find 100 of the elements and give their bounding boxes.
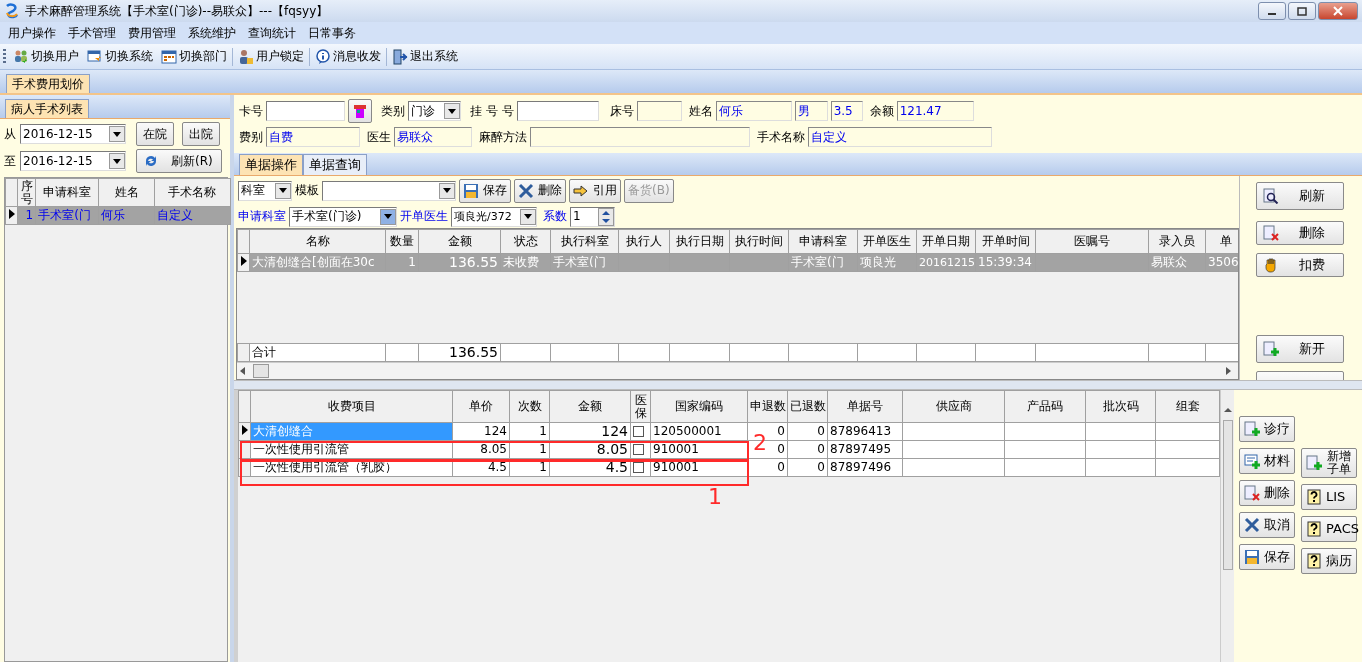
column-header[interactable]: 国家编码: [650, 390, 748, 423]
column-header[interactable]: 已退数: [787, 390, 828, 423]
input-field[interactable]: 3.5: [830, 101, 863, 121]
field-label: 开单医生: [400, 209, 448, 224]
table-cell: 124: [452, 422, 510, 441]
menu-item[interactable]: 费用管理: [122, 25, 182, 41]
column-header[interactable]: 名称: [249, 229, 386, 254]
column-header[interactable]: 姓名: [98, 178, 155, 207]
date-field[interactable]: 2016-12-15: [20, 124, 126, 144]
tab[interactable]: 单据操作: [239, 154, 303, 175]
column-header[interactable]: 批次码: [1085, 390, 1156, 423]
input-field[interactable]: 何乐: [715, 101, 792, 121]
toolbar-button[interactable]: 切换系统: [85, 47, 155, 66]
menu-item[interactable]: 查询统计: [242, 25, 302, 41]
column-header[interactable]: 数量: [385, 229, 419, 254]
dropdown-field[interactable]: 门诊: [408, 101, 461, 121]
table-cell: 1: [509, 422, 550, 441]
side-button[interactable]: 病历: [1301, 548, 1357, 574]
toolbar-button[interactable]: 用户锁定: [236, 47, 306, 66]
input-field[interactable]: 121.47: [896, 101, 974, 121]
total-amount: 136.55: [418, 343, 501, 362]
table-cell: 124: [549, 422, 631, 441]
dropdown-field[interactable]: 项良光/372: [451, 206, 537, 227]
toolbar-button[interactable]: 切换用户: [11, 47, 81, 66]
column-header[interactable]: 开单时间: [975, 229, 1036, 254]
table-row[interactable]: 1 手术室(门 何乐 自定义: [5, 206, 231, 225]
column-header[interactable]: 收费项目: [250, 390, 453, 423]
date-field[interactable]: 2016-12-15: [20, 151, 126, 171]
toolbar-button[interactable]: 退出系统: [390, 47, 460, 66]
column-header[interactable]: 状态: [500, 229, 551, 254]
column-header[interactable]: 手术名称: [154, 178, 231, 207]
menu-item[interactable]: 日常事务: [302, 25, 362, 41]
column-header[interactable]: 医嘱号: [1035, 229, 1149, 254]
input-field[interactable]: 男: [794, 101, 828, 121]
table-cell: 87897496: [827, 458, 903, 477]
menu-item[interactable]: 手术管理: [62, 25, 122, 41]
refresh-button[interactable]: 刷新(R): [136, 149, 222, 173]
column-header[interactable]: 申请科室: [788, 229, 858, 254]
side-button[interactable]: 刷新: [1255, 182, 1344, 210]
column-header[interactable]: 金额: [418, 229, 501, 254]
side-button[interactable]: 删除: [1239, 480, 1295, 506]
side-button[interactable]: 保存: [1239, 544, 1295, 570]
column-header[interactable]: 医保: [630, 390, 651, 423]
side-button[interactable]: 删除: [1255, 221, 1344, 245]
dropdown-field[interactable]: 手术室(门诊): [289, 206, 397, 227]
dropdown-field[interactable]: 科室: [238, 180, 292, 201]
side-button[interactable]: 新增子单: [1301, 448, 1357, 478]
column-header[interactable]: 开单日期: [916, 229, 976, 254]
column-header[interactable]: 录入员: [1148, 229, 1206, 254]
toolbar-button[interactable]: 引用: [569, 178, 621, 203]
side-button[interactable]: 材料: [1239, 448, 1295, 474]
spin-field[interactable]: 1: [570, 206, 615, 227]
column-header[interactable]: 单: [1205, 229, 1238, 254]
column-header[interactable]: 执行人: [618, 229, 670, 254]
column-header[interactable]: 产品码: [1004, 390, 1086, 423]
toolbar-button[interactable]: 保存: [459, 178, 511, 203]
table-cell: 120500001: [650, 422, 748, 441]
side-button[interactable]: 新开: [1255, 335, 1344, 363]
table-cell: 8.05: [452, 440, 510, 459]
field-label: 系数: [543, 209, 567, 224]
date-label: 从: [4, 126, 16, 142]
field-label: 手术名称: [757, 129, 805, 145]
menu-item[interactable]: 系统维护: [182, 25, 242, 41]
input-field[interactable]: 自费: [266, 127, 360, 147]
input-field[interactable]: 自定义: [808, 127, 992, 147]
field-label: 挂 号 号: [470, 103, 514, 119]
total-label: 合计: [249, 343, 386, 362]
menu-item[interactable]: 用户操作: [2, 25, 62, 41]
column-header[interactable]: 执行时间: [729, 229, 789, 254]
toolbar-button[interactable]: 切换部门: [159, 47, 229, 66]
column-header[interactable]: 供应商: [902, 390, 1005, 423]
toolbar-button[interactable]: 删除: [514, 178, 566, 203]
field-label: 费别: [239, 129, 263, 145]
side-button[interactable]: LIS: [1301, 484, 1357, 510]
discharged-button[interactable]: 出院: [182, 122, 220, 146]
column-header[interactable]: 申退数: [747, 390, 788, 423]
window-title: 手术麻醉管理系统【手术室(门诊)--易联众】---【fqsyy】: [25, 3, 329, 19]
side-button[interactable]: 扣费: [1255, 253, 1344, 277]
column-header[interactable]: 执行日期: [669, 229, 730, 254]
annotation-number: 1: [708, 486, 722, 508]
toolbar-button: 备货(B): [624, 178, 674, 203]
toolbar-button[interactable]: 消息收发: [313, 47, 383, 66]
field-label: 麻醉方法: [479, 129, 527, 145]
in-hospital-button[interactable]: 在院: [136, 122, 174, 146]
column-header[interactable]: 单价: [452, 390, 510, 423]
input-field[interactable]: 易联众: [394, 127, 472, 147]
side-button[interactable]: 诊疗: [1239, 416, 1295, 442]
tab[interactable]: 单据查询: [303, 154, 367, 175]
panel-tab[interactable]: 病人手术列表: [5, 98, 89, 118]
side-button[interactable]: 取消: [1239, 512, 1295, 538]
column-header[interactable]: 执行科室: [550, 229, 619, 254]
column-header[interactable]: 开单医生: [857, 229, 917, 254]
tab[interactable]: 手术费用划价: [6, 73, 90, 93]
side-button[interactable]: PACS: [1301, 516, 1357, 542]
table-cell: 一次性使用引流管: [250, 440, 453, 459]
column-header[interactable]: 申请科室: [35, 178, 99, 207]
column-header[interactable]: 单据号: [827, 390, 903, 423]
column-header[interactable]: 次数: [509, 390, 550, 423]
column-header[interactable]: 组套: [1155, 390, 1220, 423]
column-header[interactable]: 金额: [549, 390, 631, 423]
